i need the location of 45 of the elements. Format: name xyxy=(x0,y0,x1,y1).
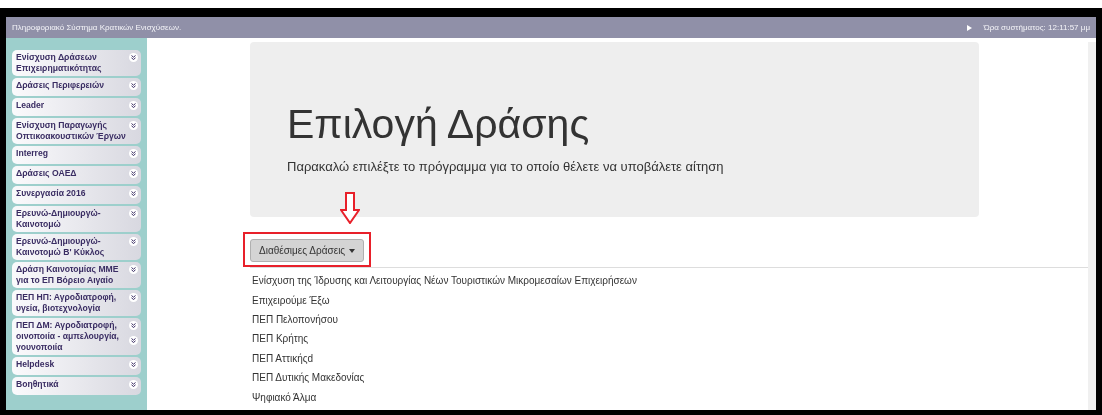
sidebar-item[interactable]: Interreg xyxy=(12,146,141,164)
menu-item[interactable]: Επιχειρούμε Έξω xyxy=(250,293,330,314)
chevron-icon[interactable] xyxy=(129,53,138,62)
sidebar-item[interactable]: Ερευνώ-Δημιουργώ-Καινοτομώ xyxy=(12,206,141,232)
dropdown-button[interactable]: Διαθέσιμες Δράσεις xyxy=(250,239,365,263)
page-subtitle: Παρακαλώ επιλέξτε το πρόγραμμα για το οποίο θέλετε να υποβάλετε αίτηση xyxy=(287,159,725,174)
chevron-icon[interactable] xyxy=(129,293,138,302)
menu-item[interactable]: ΠΕΠ Δυτικής Μακεδονίας xyxy=(250,371,365,391)
chevron-icon[interactable] xyxy=(129,321,138,330)
chevron-icon[interactable] xyxy=(129,237,138,246)
system-title: Πληροφοριακό Σύστημα Κρατικών Ενισχύσεων. xyxy=(12,23,182,32)
sidebar-item[interactable]: ΠΕΠ ΗΠ: Αγροδιατροφή, υγεία, βιοτεχνολογία xyxy=(12,290,141,316)
chevron-icon[interactable] xyxy=(129,189,138,198)
chevron-icon[interactable] xyxy=(129,209,138,218)
sidebar-item[interactable]: Ενίσχυση Παραγωγής Οπτικοακουστικών Έργων xyxy=(12,118,141,144)
chevron-icon[interactable] xyxy=(129,265,138,274)
chevron-icon[interactable] xyxy=(129,81,138,90)
scrollbar[interactable] xyxy=(1088,42,1096,410)
sidebar-item[interactable]: Helpdesk xyxy=(12,357,141,375)
chevron-icon[interactable] xyxy=(129,336,138,345)
chevron-icon[interactable] xyxy=(129,101,138,110)
sidebar-item[interactable]: Δράσεις ΟΑΕΔ xyxy=(12,166,141,184)
sidebar-item[interactable]: Leader xyxy=(12,98,141,116)
chevron-icon[interactable] xyxy=(129,380,138,389)
menu-item[interactable]: Ψηφιακό Άλμα xyxy=(250,390,317,410)
chevron-icon[interactable] xyxy=(129,169,138,178)
menu-item[interactable]: ΠΕΠ Αττικήςd xyxy=(250,351,314,372)
down-arrow xyxy=(340,192,360,224)
menu-item[interactable]: ΠΕΠ Κρήτης xyxy=(250,332,309,352)
sidebar-item[interactable]: Συνεργασία 2016 xyxy=(12,186,141,204)
chevron-icon[interactable] xyxy=(129,149,138,158)
sidebar-item[interactable]: Ερευνώ-Δημιουργώ-Καινοτομώ Β' Κύκλος xyxy=(12,234,141,260)
caret-icon xyxy=(349,248,356,253)
sidebar-item[interactable]: Δράσεις Περιφερειών xyxy=(12,78,141,96)
sidebar-item[interactable]: ΠΕΠ ΔΜ: Αγροδιατροφή, οινοποιία - αμπελουργία, γουνοποιία xyxy=(12,318,141,355)
sidebar-item[interactable]: Βοηθητικά xyxy=(12,377,141,395)
menu-item[interactable]: ΠΕΠ Πελοπονήσου xyxy=(250,313,338,333)
sidebar-item[interactable]: Ενίσχυση Δράσεων Επιχειρηματικότητας xyxy=(12,50,141,76)
chevron-icon[interactable] xyxy=(129,360,138,369)
system-clock: Ώρα συστήματος: 12:11:57 μμ xyxy=(983,23,1090,32)
page-title: Επιλογή Δράσης xyxy=(287,104,591,145)
menu-item[interactable]: Ενίσχυση της Ίδρυσης και Λειτουργίας Νέων Τουριστικών Μικρομεσαίων Επιχειρήσεων xyxy=(250,274,637,294)
chevron-icon[interactable] xyxy=(129,121,138,130)
play-icon xyxy=(966,24,972,31)
sidebar-item[interactable]: Δράση Καινοτομίας ΜΜΕ για το ΕΠ Βόρειο Αιγαίο xyxy=(12,262,141,288)
